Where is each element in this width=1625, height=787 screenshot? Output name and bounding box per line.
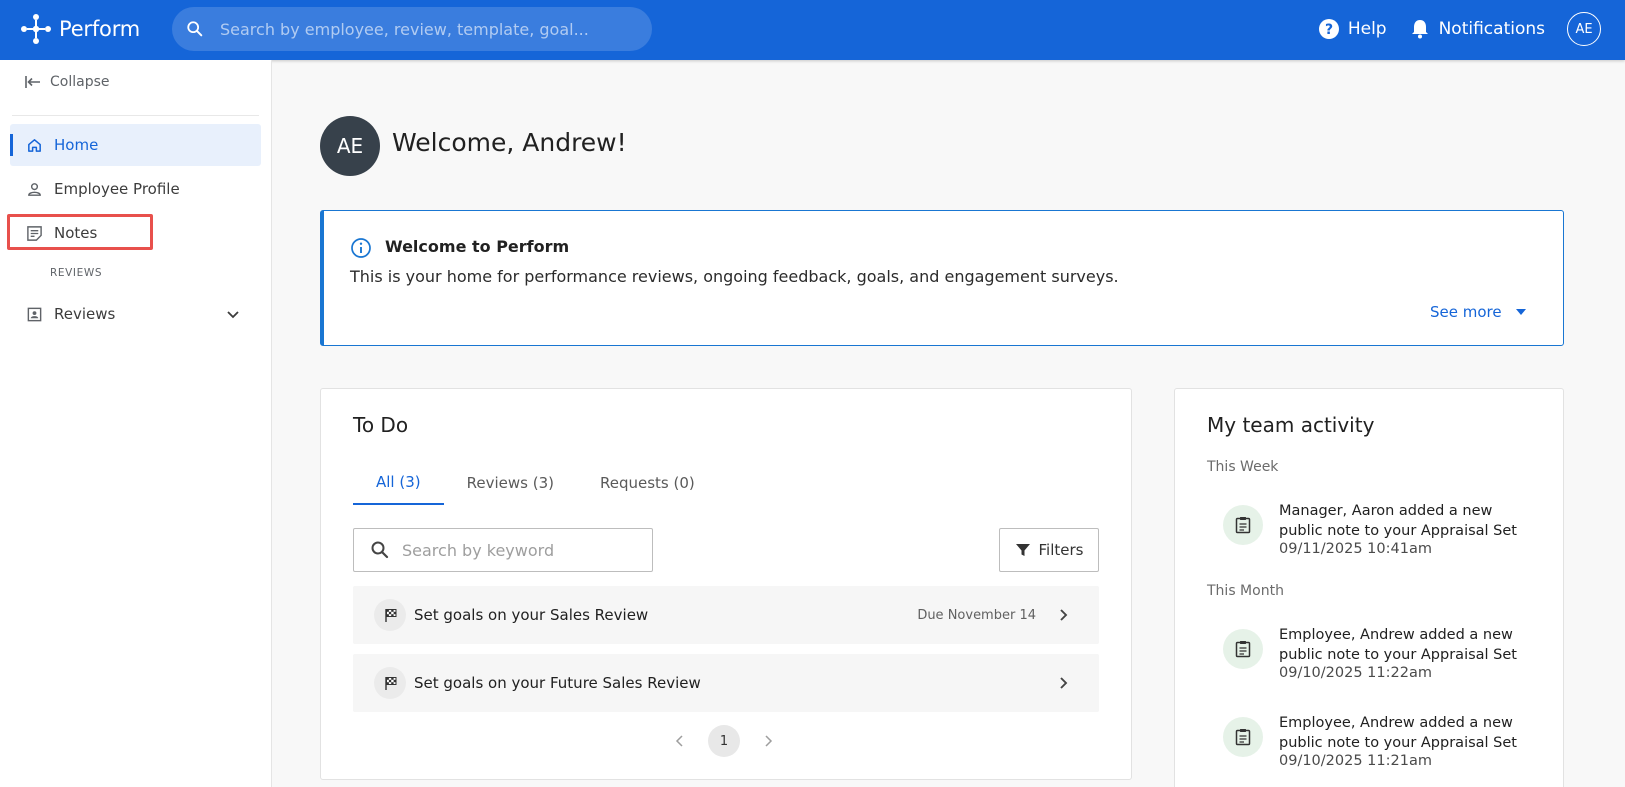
sidebar-item-home[interactable]: Home [10, 124, 261, 166]
global-search-input[interactable] [220, 19, 640, 39]
flag-badge [374, 599, 406, 631]
notifications-label: Notifications [1438, 19, 1545, 39]
chevron-right-icon [1060, 609, 1068, 621]
activity-time: 09/10/2025 11:22am [1279, 665, 1432, 681]
checkered-flag-icon [384, 676, 396, 690]
banner-title: Welcome to Perform [385, 237, 570, 256]
group-label-this-month: This Month [1207, 583, 1284, 599]
clipboard-icon [1235, 729, 1251, 746]
notifications-link[interactable]: Notifications [1409, 18, 1545, 40]
help-link[interactable]: ? Help [1318, 18, 1387, 40]
see-more-label: See more [1430, 303, 1502, 321]
activity-time: 09/11/2025 10:41am [1279, 541, 1432, 557]
todo-row-due: Due November 14 [917, 607, 1036, 623]
sidebar-divider [12, 115, 259, 116]
collapse-button[interactable]: Collapse [24, 74, 110, 90]
tab-all[interactable]: All (3) [353, 461, 444, 505]
search-icon [187, 21, 203, 37]
activity-time: 09/10/2025 11:21am [1279, 753, 1432, 769]
team-activity-title: My team activity [1207, 413, 1375, 437]
activity-badge [1223, 717, 1263, 757]
top-bar: Perform ? Help Notifications AE [0, 0, 1625, 60]
help-label: Help [1347, 19, 1387, 39]
todo-tabs: All (3) Reviews (3) Requests (0) [353, 461, 718, 505]
activity-text: Employee, Andrew added a new public note… [1279, 627, 1517, 663]
bell-icon [1411, 20, 1428, 39]
home-icon [28, 138, 41, 152]
activity-badge [1223, 629, 1263, 669]
sidebar-item-reviews[interactable]: Reviews [10, 293, 261, 335]
global-search[interactable] [172, 7, 652, 51]
sidebar-item-label: Home [54, 136, 99, 154]
filters-label: Filters [1038, 541, 1084, 559]
collapse-arrow-icon [25, 76, 40, 88]
sidebar-item-label: Employee Profile [54, 180, 180, 198]
sidebar: Collapse Home Employee Profile Notes REV… [0, 60, 272, 787]
reviews-icon [27, 307, 42, 321]
prev-page-icon[interactable] [673, 734, 687, 748]
sidebar-item-label: Reviews [54, 305, 116, 323]
app-name: Perform [59, 17, 141, 41]
activity-text: Employee, Andrew added a new public note… [1279, 715, 1517, 751]
checkered-flag-icon [384, 608, 396, 622]
activity-text: Manager, Aaron added a new public note t… [1279, 503, 1517, 539]
notes-icon [27, 225, 42, 241]
activity-badge [1223, 505, 1263, 545]
perform-logo[interactable]: Perform [16, 9, 140, 49]
todo-row[interactable]: Set goals on your Future Sales Review [353, 654, 1099, 712]
todo-card: To Do All (3) Reviews (3) Requests (0) F… [320, 388, 1132, 780]
caret-down-icon [1515, 309, 1526, 315]
sidebar-item-notes[interactable]: Notes [10, 212, 261, 254]
help-icon: ? [1318, 19, 1339, 39]
svg-text:?: ? [1325, 22, 1333, 38]
user-avatar[interactable]: AE [1567, 12, 1601, 46]
tab-requests[interactable]: Requests (0) [577, 461, 718, 505]
pagination: 1 [673, 725, 775, 757]
sidebar-item-label: Notes [54, 224, 98, 242]
collapse-label: Collapse [50, 74, 110, 90]
banner-text: This is your home for performance review… [350, 267, 1119, 286]
clipboard-icon [1235, 641, 1251, 658]
chevron-right-icon [1060, 677, 1068, 689]
welcome-banner: Welcome to Perform This is your home for… [320, 210, 1564, 346]
see-more-button[interactable]: See more [1430, 303, 1528, 321]
tab-reviews[interactable]: Reviews (3) [444, 461, 577, 505]
sidebar-item-employee-profile[interactable]: Employee Profile [10, 168, 261, 210]
todo-row[interactable]: Set goals on your Sales Review Due Novem… [353, 586, 1099, 644]
page-title: Welcome, Andrew! [392, 128, 627, 157]
clipboard-icon [1235, 517, 1251, 534]
perform-logo-icon [21, 14, 51, 44]
todo-title: To Do [353, 413, 409, 437]
sidebar-section-reviews: REVIEWS [50, 267, 103, 279]
search-icon [371, 541, 389, 559]
welcome-avatar: AE [320, 116, 380, 176]
person-icon [28, 182, 41, 196]
filter-icon [1015, 544, 1030, 556]
filters-button[interactable]: Filters [999, 528, 1099, 572]
keyword-search-input[interactable] [402, 540, 642, 560]
next-page-icon[interactable] [761, 734, 775, 748]
todo-row-text: Set goals on your Future Sales Review [414, 674, 701, 692]
team-activity-card: My team activity This Week Manager, Aaro… [1174, 388, 1564, 787]
page-number[interactable]: 1 [708, 725, 740, 757]
info-icon [351, 238, 371, 258]
group-label-this-week: This Week [1207, 459, 1279, 475]
flag-badge [374, 667, 406, 699]
todo-row-text: Set goals on your Sales Review [414, 606, 649, 624]
keyword-search[interactable] [353, 528, 653, 572]
chevron-down-icon[interactable] [225, 306, 241, 322]
